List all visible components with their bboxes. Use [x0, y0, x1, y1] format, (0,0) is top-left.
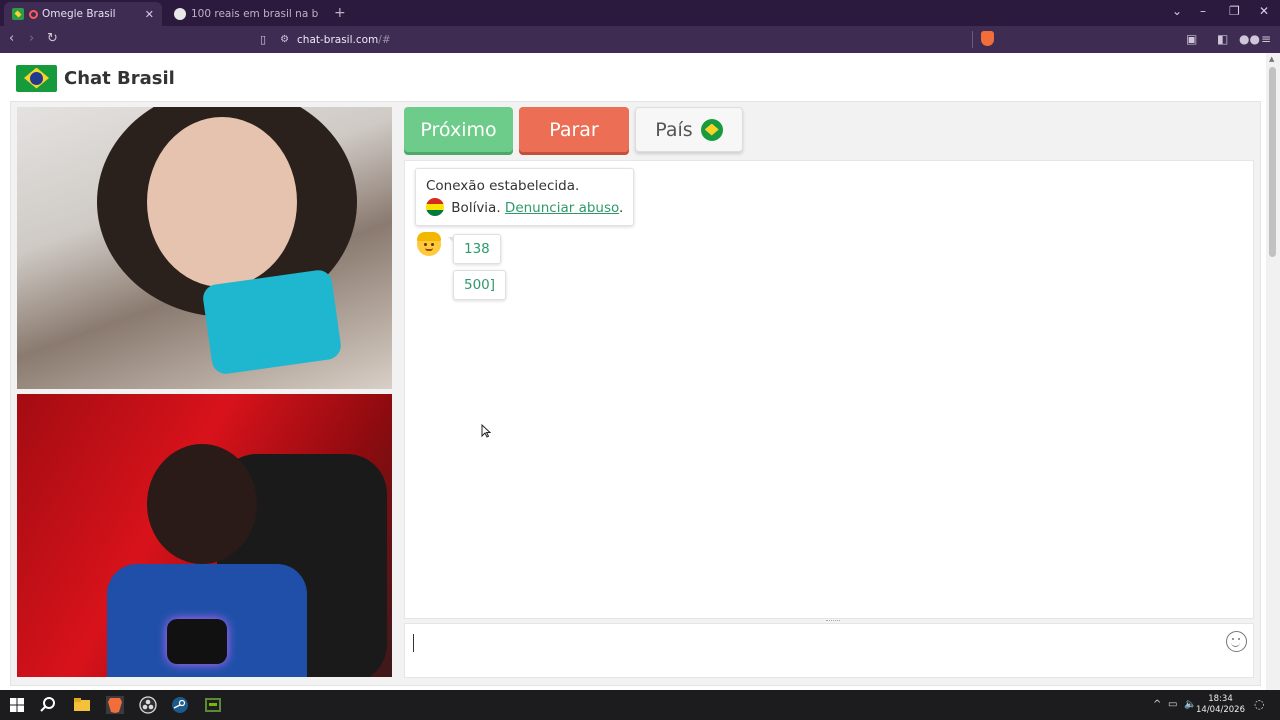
recording-indicator-icon — [29, 9, 38, 19]
stranger-message: 500] — [453, 270, 507, 300]
notifications-icon[interactable]: ◌ — [1254, 697, 1264, 711]
search-icon[interactable] — [39, 696, 57, 714]
stranger-avatar-icon — [417, 232, 441, 256]
obs-icon[interactable] — [139, 696, 157, 714]
close-tab-icon[interactable]: ✕ — [145, 8, 154, 21]
resize-grip-icon[interactable] — [826, 620, 840, 622]
tab-omegle-brasil[interactable]: Omegle Brasil ✕ — [4, 2, 162, 26]
avatar-mouth — [425, 248, 433, 251]
sidebar-icon[interactable]: ◧ — [1217, 32, 1228, 46]
report-abuse-link[interactable]: Denunciar abuso — [505, 200, 619, 216]
stop-button[interactable]: Parar — [519, 107, 629, 152]
volume-icon[interactable]: 🔈 — [1184, 699, 1196, 710]
file-explorer-icon[interactable] — [73, 696, 91, 714]
remote-video-phone — [201, 268, 343, 376]
brazil-flag-icon — [700, 118, 723, 141]
remote-video-face — [147, 117, 297, 287]
report-suffix: . — [619, 200, 624, 216]
emoji-icon[interactable] — [1226, 631, 1247, 652]
local-video — [17, 394, 392, 677]
connection-status-message: Conexão estabelecida. Bolívia. Denunciar… — [415, 168, 635, 226]
text-caret — [413, 634, 414, 652]
steam-icon[interactable] — [171, 696, 189, 714]
clock-date: 14/04/2026 — [1196, 705, 1245, 715]
nvidia-app-icon[interactable] — [204, 696, 222, 714]
wallet-icon[interactable]: ▣ — [1186, 32, 1197, 46]
page-scrollbar[interactable]: ▲ — [1266, 53, 1280, 690]
close-window-icon[interactable]: ✕ — [1259, 4, 1269, 18]
site-title[interactable]: Chat Brasil — [64, 68, 175, 89]
web-page: Chat Brasil Próximo Parar País Conexão e… — [0, 53, 1266, 690]
tray-chevron-icon[interactable]: ^ — [1153, 699, 1161, 710]
brazil-flag-favicon-icon — [12, 8, 24, 20]
remote-video — [17, 107, 392, 389]
menu-icon[interactable]: ≡ — [1261, 32, 1271, 46]
next-button[interactable]: Próximo — [404, 107, 513, 152]
country-label: País — [655, 118, 693, 141]
chat-log[interactable]: Conexão estabelecida. Bolívia. Denunciar… — [404, 160, 1254, 619]
bolivia-flag-icon — [426, 198, 444, 216]
bookmark-icon[interactable]: ▯ — [260, 33, 266, 46]
brave-shields-icon[interactable] — [981, 31, 994, 46]
message-input[interactable] — [413, 632, 1213, 668]
back-icon[interactable]: ‹ — [9, 31, 14, 46]
avatar-eye — [424, 243, 427, 246]
tab-strip: Omegle Brasil ✕ 100 reais em brasil na b… — [0, 0, 1280, 26]
tab-title: Omegle Brasil — [42, 8, 116, 20]
chat-controls: Próximo Parar País — [404, 107, 743, 155]
minimize-icon[interactable]: – — [1200, 4, 1206, 18]
restore-icon[interactable]: ❐ — [1229, 4, 1240, 18]
tab-search-chevron-icon[interactable]: ⌄ — [1172, 4, 1182, 18]
local-video-head — [147, 444, 257, 564]
tab-title: 100 reais em brasil na bolivia - Pesqu — [191, 8, 318, 20]
site-header: Chat Brasil — [16, 63, 175, 93]
divider — [972, 31, 973, 48]
flag-globe — [30, 71, 43, 85]
site-settings-icon[interactable]: ⚙ — [280, 34, 289, 45]
address-bar[interactable]: ▯ ⚙ chat-brasil.com/# — [254, 29, 998, 50]
forward-icon[interactable]: › — [29, 31, 34, 46]
system-clock[interactable]: 18:34 14/04/2026 — [1196, 694, 1245, 716]
connection-text: Conexão estabelecida. — [426, 178, 580, 194]
country-button[interactable]: País — [635, 107, 743, 152]
avatar-eye — [431, 243, 434, 246]
clock-time: 18:34 — [1208, 694, 1233, 704]
reload-icon[interactable]: ↻ — [47, 31, 58, 46]
url-text: chat-brasil.com/# — [297, 33, 391, 46]
tab-search[interactable]: 100 reais em brasil na bolivia - Pesqu — [166, 2, 326, 26]
windows-start-icon[interactable] — [8, 696, 26, 714]
brave-browser-icon[interactable] — [106, 696, 124, 714]
scrollbar-thumb[interactable] — [1269, 67, 1276, 257]
chat-container: Próximo Parar País Conexão estabelecida.… — [10, 101, 1261, 686]
avatar-hair — [417, 232, 441, 241]
stranger-country: Bolívia. — [451, 200, 501, 216]
vpn-glasses-icon[interactable]: ●● — [1239, 32, 1260, 46]
stranger-message: 138 — [448, 234, 501, 264]
brazil-flag-logo[interactable] — [16, 64, 57, 92]
google-favicon-icon — [174, 8, 186, 20]
windows-taskbar: ^ ▭ 🔈 18:34 14/04/2026 ◌ — [0, 690, 1280, 720]
scroll-up-icon[interactable]: ▲ — [1269, 55, 1274, 63]
browser-toolbar: ‹ › ↻ ▯ ⚙ chat-brasil.com/# ▣ ◧ ●● ≡ — [0, 26, 1280, 53]
network-icon[interactable]: ▭ — [1168, 699, 1177, 710]
local-video-mic — [167, 619, 227, 664]
message-input-area — [404, 623, 1254, 678]
new-tab-icon[interactable]: + — [334, 5, 346, 21]
